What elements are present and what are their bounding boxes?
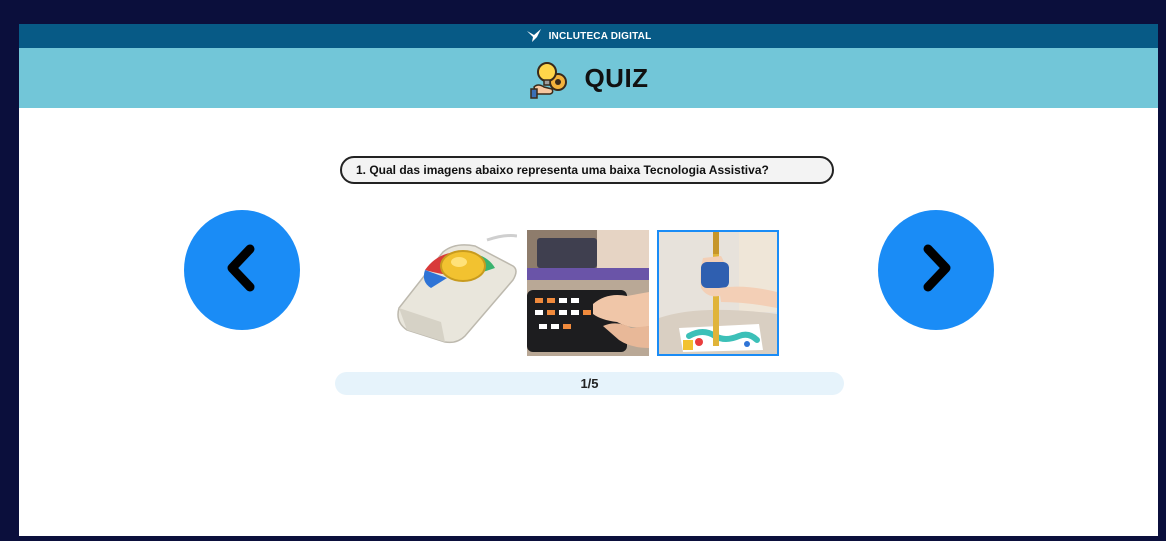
brand-name: INCLUTECA DIGITAL [548, 30, 652, 42]
option-trackball-mouse[interactable] [395, 230, 517, 356]
next-button[interactable] [878, 210, 994, 330]
page-title: QUIZ [584, 62, 649, 93]
brand-bar: INCLUTECA DIGITAL [19, 24, 1158, 48]
question-box: 1. Qual das imagens abaixo representa um… [340, 156, 834, 184]
question-text: 1. Qual das imagens abaixo representa um… [356, 163, 769, 177]
bird-logo-icon [526, 29, 544, 43]
braille-keyboard-image [527, 230, 649, 356]
adapted-paintbrush-image [659, 232, 777, 354]
option-adapted-paintbrush[interactable] [657, 230, 779, 356]
previous-button[interactable] [184, 210, 300, 330]
chevron-right-icon [916, 243, 956, 298]
chevron-left-icon [222, 243, 262, 298]
option-braille-keyboard[interactable] [527, 230, 649, 356]
title-bar: QUIZ [19, 48, 1158, 108]
progress-bar: 1/5 [335, 372, 844, 395]
progress-text: 1/5 [580, 376, 599, 391]
quiz-page: INCLUTECA DIGITAL QUIZ 1. Qual das image… [19, 24, 1158, 536]
trackball-mouse-image [395, 230, 517, 356]
lightbulb-gear-icon [528, 57, 570, 99]
